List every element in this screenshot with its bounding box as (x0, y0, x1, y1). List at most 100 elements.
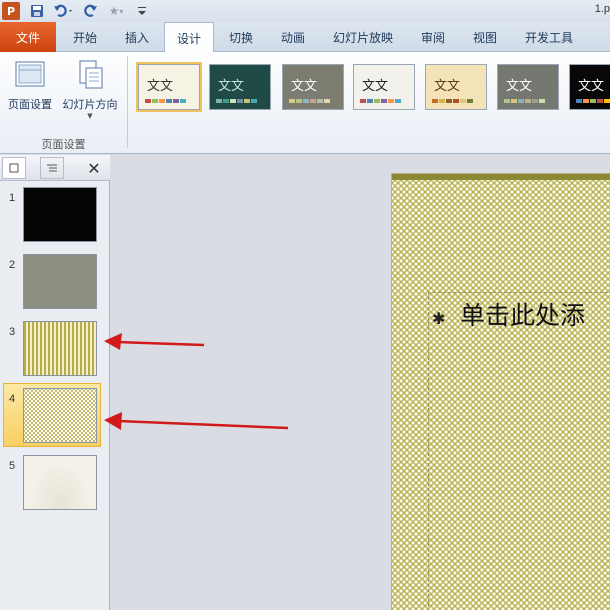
slide-thumbnail-pane: ✕ 1 2 3 4 5 (0, 155, 110, 610)
slide-number: 3 (9, 326, 16, 338)
tab-slideshow[interactable]: 幻灯片放映 (322, 22, 404, 52)
slide-orientation-label: 幻灯片方向 (62, 98, 118, 111)
quick-access-toolbar: P ★ ▾ 1.p (0, 0, 610, 22)
theme-color-swatch (296, 99, 302, 103)
theme-color-swatch (223, 99, 229, 103)
slide-thumbnail-1[interactable] (23, 187, 97, 242)
theme-color-swatch (166, 99, 172, 103)
slide-thumbnail-2[interactable] (23, 254, 97, 309)
theme-color-swatch (388, 99, 394, 103)
page-setup-icon (15, 61, 45, 87)
chevron-down-icon: ▼ (87, 112, 93, 120)
slide-orientation-icon (79, 60, 103, 89)
redo-icon[interactable] (82, 2, 100, 20)
theme-color-swatch (152, 99, 158, 103)
theme-color-swatch (432, 99, 438, 103)
slide-thumbnail-3[interactable] (23, 321, 97, 376)
annotation-arrow-slide-4 (104, 412, 289, 430)
theme-color-swatch (145, 99, 151, 103)
theme-1[interactable]: 文文 (136, 62, 202, 112)
theme-color-swatch (511, 99, 517, 103)
save-icon[interactable] (28, 2, 46, 20)
theme-color-swatch (180, 99, 186, 103)
theme-color-swatch (597, 99, 603, 103)
tab-home[interactable]: 开始 (60, 22, 110, 52)
theme-color-swatch (395, 99, 401, 103)
tab-file[interactable]: 文件 (0, 22, 56, 52)
theme-color-swatch (317, 99, 323, 103)
group-label-page-setup: 页面设置 (41, 138, 86, 151)
slide-title-text[interactable]: 单击此处添 (460, 296, 585, 332)
theme-color-swatch (460, 99, 466, 103)
powerpoint-window: P ★ ▾ 1.p 文件 开始 插入 设计 切换 动画 幻灯片放映 审阅 视图 开… (0, 0, 610, 610)
slide-top-band (392, 174, 610, 180)
theme-color-swatch (173, 99, 179, 103)
theme-color-swatch (604, 99, 610, 103)
slide-number: 2 (9, 259, 16, 271)
theme-2[interactable]: 文文 (209, 64, 271, 110)
theme-color-swatch (360, 99, 366, 103)
powerpoint-logo-icon[interactable]: P (2, 2, 20, 20)
theme-color-swatch (446, 99, 452, 103)
slide-number: 5 (9, 460, 16, 472)
window-title: 1.p (594, 3, 610, 15)
slide-thumbnail-4[interactable] (23, 388, 97, 443)
theme-color-swatch (289, 99, 295, 103)
slide-canvas[interactable]: ✱ 单击此处添 (391, 173, 610, 610)
tab-review[interactable]: 审阅 (408, 22, 458, 52)
close-pane-icon[interactable]: ✕ (84, 157, 104, 179)
slide-orientation-button[interactable]: 幻灯片方向 ▼ (60, 58, 120, 138)
theme-color-swatch (381, 99, 387, 103)
theme-color-swatch (518, 99, 524, 103)
slides-tab-icon[interactable] (2, 157, 26, 179)
outline-tab-icon[interactable] (40, 157, 64, 179)
bullet-icon: ✱ (432, 309, 446, 328)
theme-color-swatch (310, 99, 316, 103)
pane-tabs: ✕ (0, 155, 110, 181)
theme-color-swatch (216, 99, 222, 103)
customize-dropdown-icon[interactable] (136, 2, 148, 20)
slide-editor: ✱ 单击此处添 (111, 155, 610, 610)
theme-4[interactable]: 文文 (353, 64, 415, 110)
theme-color-swatch (237, 99, 243, 103)
theme-color-swatch (439, 99, 445, 103)
tab-transitions[interactable]: 切换 (216, 22, 266, 52)
page-setup-label: 页面设置 (8, 98, 52, 111)
ribbon-design: 页面设置 幻灯片方向 ▼ 页面设置 文文 文文 文文 文文 文文 文文 文文 (0, 52, 610, 154)
slide-number: 1 (9, 192, 16, 204)
theme-color-swatch (583, 99, 589, 103)
theme-color-swatch (324, 99, 330, 103)
tab-animations[interactable]: 动画 (268, 22, 318, 52)
tab-insert[interactable]: 插入 (112, 22, 162, 52)
slide-thumbnail-5[interactable] (23, 455, 97, 510)
theme-color-swatch (525, 99, 531, 103)
theme-color-swatch (504, 99, 510, 103)
page-setup-button[interactable]: 页面设置 (2, 58, 58, 138)
theme-color-swatch (159, 99, 165, 103)
theme-color-swatch (303, 99, 309, 103)
tab-view[interactable]: 视图 (460, 22, 510, 52)
theme-color-swatch (453, 99, 459, 103)
theme-color-swatch (374, 99, 380, 103)
undo-icon[interactable] (52, 2, 76, 20)
slide-number: 4 (9, 393, 16, 405)
theme-6[interactable]: 文文 (497, 64, 559, 110)
tab-design[interactable]: 设计 (164, 22, 214, 53)
theme-3[interactable]: 文文 (282, 64, 344, 110)
theme-color-swatch (230, 99, 236, 103)
theme-color-swatch (367, 99, 373, 103)
theme-color-swatch (539, 99, 545, 103)
title-placeholder[interactable] (428, 292, 610, 610)
ribbon-tabs: 文件 开始 插入 设计 切换 动画 幻灯片放映 审阅 视图 开发工具 (0, 22, 610, 53)
tab-developer[interactable]: 开发工具 (514, 22, 584, 52)
theme-color-swatch (576, 99, 582, 103)
group-divider (127, 56, 128, 148)
theme-color-swatch (590, 99, 596, 103)
theme-color-swatch (467, 99, 473, 103)
annotation-arrow-slide-3 (104, 333, 205, 350)
theme-color-swatch (251, 99, 257, 103)
star-icon[interactable]: ★ ▾ (104, 2, 128, 20)
theme-5[interactable]: 文文 (425, 64, 487, 110)
theme-7[interactable]: 文文 (569, 64, 610, 110)
theme-color-swatch (244, 99, 250, 103)
